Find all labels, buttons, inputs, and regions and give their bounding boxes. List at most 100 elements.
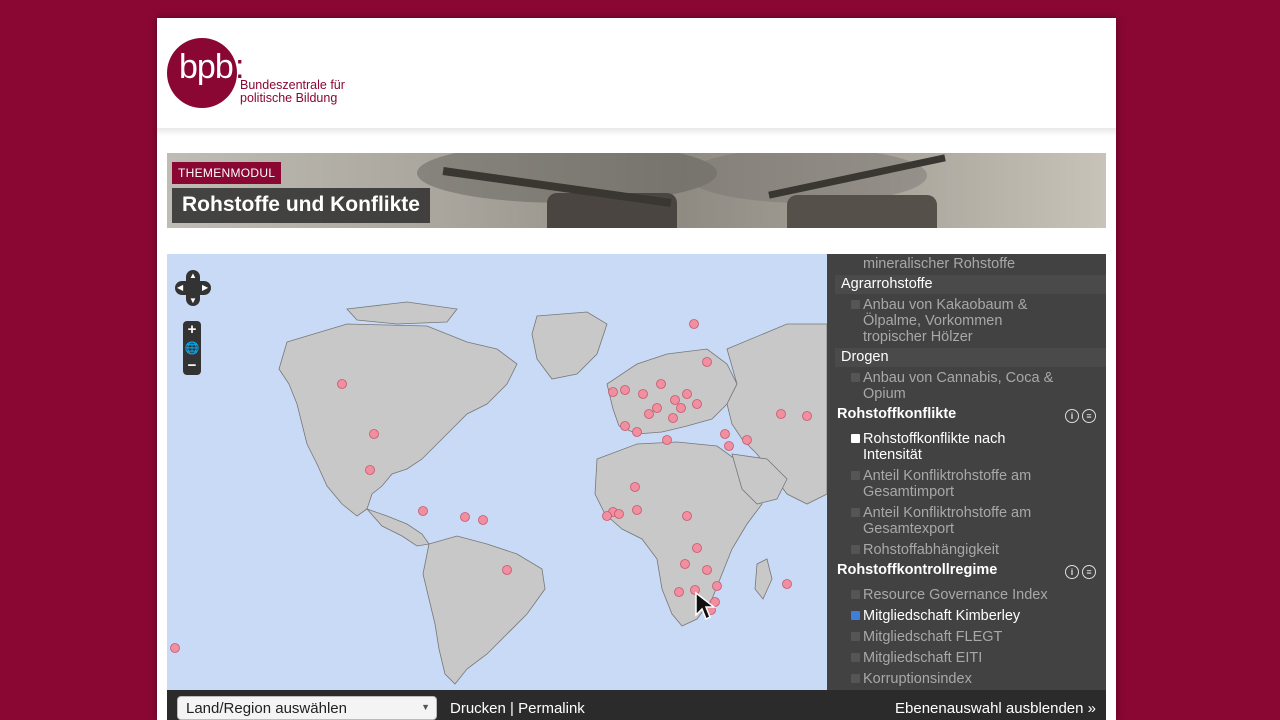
country-marker[interactable] [668,413,678,423]
layer-item-abhaengigkeit[interactable]: Rohstoffabhängigkeit [863,542,999,558]
country-marker[interactable] [682,389,692,399]
print-link[interactable]: Drucken [450,700,506,717]
country-marker[interactable] [680,559,690,569]
region-select[interactable]: Land/Region auswählen ▼ [177,696,437,720]
checkbox-konflikte-intensitaet[interactable] [851,434,860,443]
country-marker[interactable] [712,581,722,591]
layer-item-import-line2[interactable]: Gesamtimport [863,484,954,500]
pan-left-icon[interactable]: ◀ [177,284,183,292]
pan-right-icon[interactable]: ▶ [202,284,208,292]
page-container: bpb : Bundeszentrale für politische Bild… [157,18,1116,720]
south-america [422,535,546,685]
checkbox-korruption[interactable] [851,674,860,683]
hide-layers-link[interactable]: Ebenenauswahl ausblenden » [895,700,1096,717]
zoom-out-button[interactable]: − [183,357,201,375]
country-marker[interactable] [630,482,640,492]
layer-item-mineral[interactable]: mineralischer Rohstoffe [863,256,1015,272]
layer-item-export-line1[interactable]: Anteil Konfliktrohstoffe am [863,505,1031,521]
country-marker[interactable] [632,427,642,437]
layer-item-konflikte-line1[interactable]: Rohstoffkonflikte nach [863,431,1005,447]
country-marker[interactable] [724,441,734,451]
zoom-in-button[interactable]: + [183,321,201,339]
country-marker[interactable] [502,565,512,575]
checkbox-anteil-export[interactable] [851,508,860,517]
country-marker[interactable] [802,411,812,421]
country-marker[interactable] [369,429,379,439]
country-marker[interactable] [720,429,730,439]
module-title: Rohstoffe und Konflikte [172,188,430,223]
checkbox-drogen[interactable] [851,373,860,382]
country-marker[interactable] [620,385,630,395]
layer-item-agrar-line2[interactable]: Ölpalme, Vorkommen [863,313,1002,329]
module-banner: THEMENMODUL Rohstoffe und Konflikte [167,153,1106,228]
country-marker[interactable] [670,395,680,405]
layer-item-drogen-line1[interactable]: Anbau von Cannabis, Coca & [863,370,1053,386]
section-title-rohstoffkonflikte: Rohstoffkonflikte [837,406,957,422]
country-marker[interactable] [644,409,654,419]
pan-up-icon[interactable]: ▲ [189,272,197,280]
pan-control[interactable]: ▲ ▼ ◀ ▶ [175,270,211,306]
checkbox-anteil-import[interactable] [851,471,860,480]
world-map[interactable]: ▲ ▼ ◀ ▶ + 🌐 − [167,254,827,690]
country-marker[interactable] [478,515,488,525]
info-icon[interactable]: i [1065,409,1079,423]
country-marker[interactable] [638,389,648,399]
site-header: bpb : Bundeszentrale für politische Bild… [157,18,1116,129]
legend-icon[interactable]: ≡ [1082,409,1096,423]
layer-item-konflikte-line2[interactable]: Intensität [863,447,922,463]
country-marker[interactable] [614,509,624,519]
country-marker[interactable] [656,379,666,389]
legend-icon[interactable]: ≡ [1082,565,1096,579]
layer-item-korruption[interactable]: Korruptionsindex [863,671,972,687]
country-marker[interactable] [662,435,672,445]
layer-item-rgi[interactable]: Resource Governance Index [863,587,1048,603]
checkbox-eiti[interactable] [851,653,860,662]
pan-down-icon[interactable]: ▼ [189,297,197,305]
layer-item-flegt[interactable]: Mitgliedschaft FLEGT [863,629,1002,645]
info-icon[interactable]: i [1065,565,1079,579]
country-marker[interactable] [674,587,684,597]
country-marker[interactable] [337,379,347,389]
country-marker[interactable] [689,319,699,329]
country-marker[interactable] [365,465,375,475]
country-marker[interactable] [682,511,692,521]
checkbox-rgi[interactable] [851,590,860,599]
section-icons-konflikte: i ≡ [1062,406,1096,424]
org-name-line2: politische Bildung [240,91,338,105]
checkbox-kimberley[interactable] [851,611,860,620]
country-marker[interactable] [782,579,792,589]
world-map-svg[interactable] [167,254,827,690]
country-marker[interactable] [742,435,752,445]
country-marker[interactable] [692,543,702,553]
country-marker[interactable] [776,409,786,419]
map-toolbar: Land/Region auswählen ▼ Drucken | Permal… [167,690,1106,720]
section-icons-regime: i ≡ [1062,562,1096,580]
layer-item-drogen-line2[interactable]: Opium [863,386,906,402]
layer-item-agrar-line3[interactable]: tropischer Hölzer [863,329,973,345]
group-header-agrar: Agrarrohstoffe [835,275,1106,294]
country-marker[interactable] [620,421,630,431]
layer-item-eiti[interactable]: Mitgliedschaft EITI [863,650,982,666]
country-marker[interactable] [702,357,712,367]
permalink-link[interactable]: Permalink [518,700,585,717]
country-marker[interactable] [676,403,686,413]
module-tag: THEMENMODUL [172,162,282,184]
checkbox-agrar[interactable] [851,300,860,309]
country-marker[interactable] [632,505,642,515]
checkbox-abhaengigkeit[interactable] [851,545,860,554]
country-marker[interactable] [608,387,618,397]
country-marker[interactable] [602,511,612,521]
country-marker[interactable] [702,565,712,575]
globe-icon[interactable]: 🌐 [183,339,201,357]
country-marker[interactable] [460,512,470,522]
layer-item-import-line1[interactable]: Anteil Konfliktrohstoffe am [863,468,1031,484]
layer-item-kimberley[interactable]: Mitgliedschaft Kimberley [863,608,1020,624]
country-marker[interactable] [418,506,428,516]
checkbox-flegt[interactable] [851,632,860,641]
country-marker[interactable] [652,403,662,413]
zoom-control: + 🌐 − [183,321,201,375]
layer-item-agrar-line1[interactable]: Anbau von Kakaobaum & [863,297,1027,313]
country-marker[interactable] [692,399,702,409]
country-marker[interactable] [170,643,180,653]
layer-item-export-line2[interactable]: Gesamtexport [863,521,954,537]
